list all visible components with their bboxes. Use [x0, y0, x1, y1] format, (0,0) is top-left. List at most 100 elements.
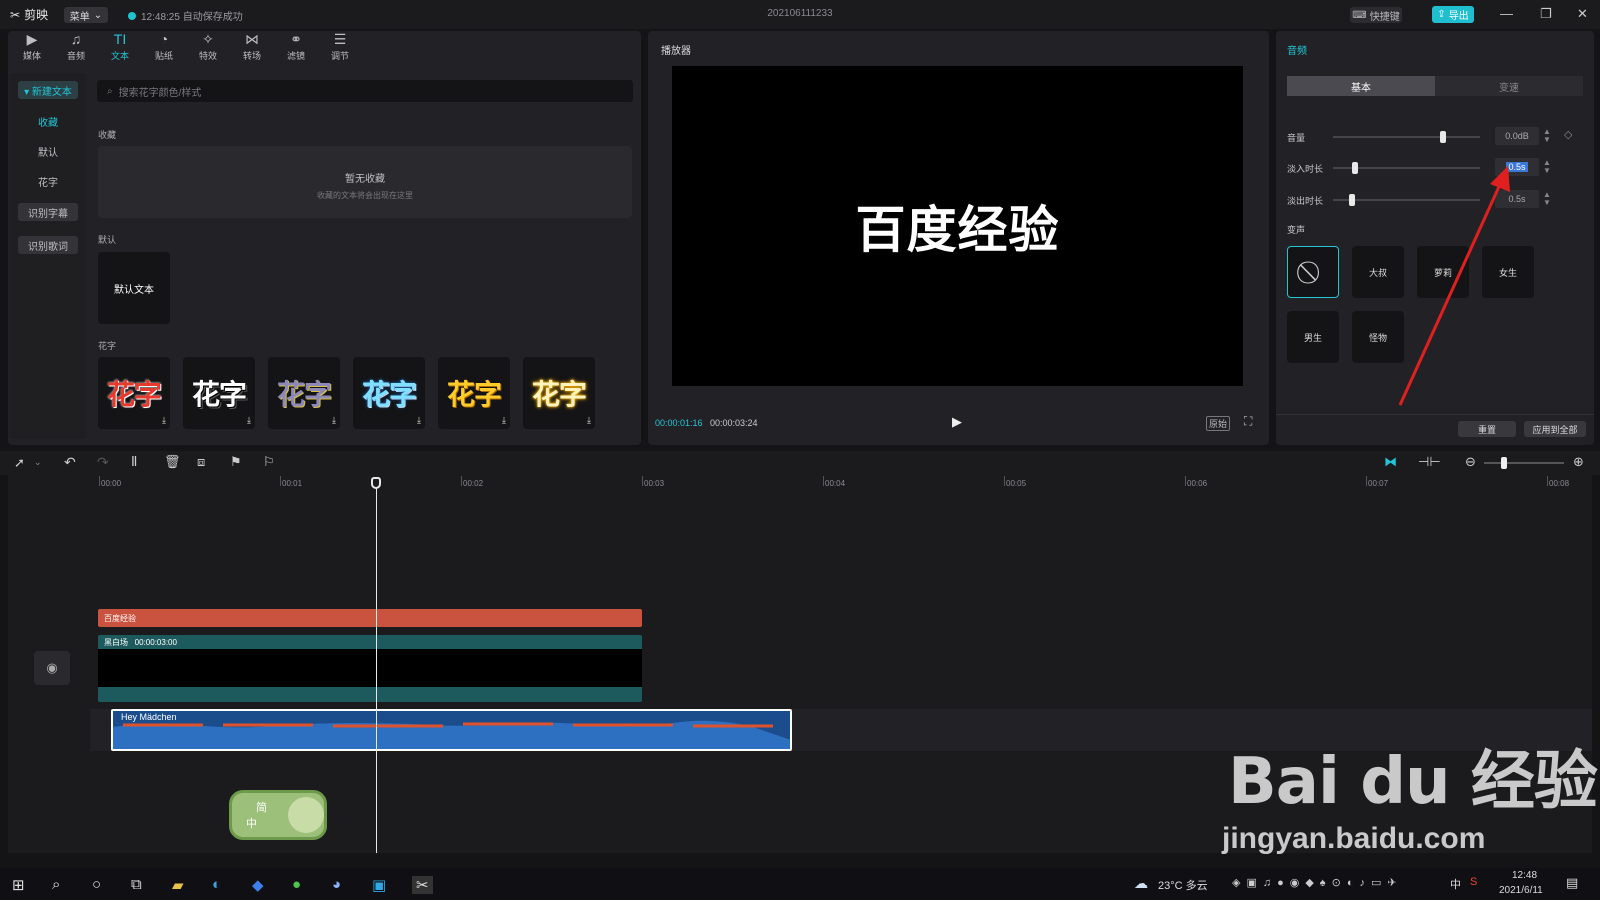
- system-tray-icons[interactable]: ◈▣♫●◉◆♠⊙◐♪▭✈: [1232, 876, 1403, 889]
- fade-out-slider-handle[interactable]: [1349, 194, 1355, 206]
- reset-button[interactable]: 重置: [1458, 421, 1516, 437]
- baidu-netdisk-icon[interactable]: ◕: [332, 876, 341, 893]
- recognize-lyrics-button[interactable]: 识别歌词: [18, 236, 78, 254]
- text-sidebar: ▾ 新建文本 收藏 默认 花字 识别字幕 识别歌词: [10, 73, 86, 439]
- zoom-slider-handle[interactable]: [1501, 457, 1507, 469]
- apply-all-button[interactable]: 应用到全部: [1524, 421, 1586, 437]
- mute-track-icon[interactable]: ◉: [34, 651, 70, 685]
- tab-adjust[interactable]: ☰ 调节: [326, 31, 354, 62]
- new-text-button[interactable]: ▾ 新建文本: [18, 81, 78, 99]
- download-icon[interactable]: ⤓: [162, 415, 166, 426]
- zoom-out-icon[interactable]: ⊖: [1465, 454, 1476, 470]
- notification-icon[interactable]: ▤: [1566, 875, 1578, 891]
- link-icon[interactable]: ⧓: [1384, 454, 1397, 470]
- tab-speed[interactable]: 变速: [1435, 76, 1583, 96]
- flower-text-tile[interactable]: 花字 ⤓: [353, 357, 425, 429]
- voice-none-tile[interactable]: ⃠: [1287, 246, 1339, 298]
- sogou-icon[interactable]: S: [1470, 876, 1477, 888]
- recognize-subtitles-button[interactable]: 识别字幕: [18, 203, 78, 221]
- default-text-tile[interactable]: 默认文本: [98, 252, 170, 324]
- playhead[interactable]: [376, 477, 377, 853]
- download-icon[interactable]: ⤓: [332, 415, 336, 426]
- freeze-frame-icon[interactable]: ⧈: [197, 454, 205, 470]
- snap-icon[interactable]: ⊣⊢: [1418, 454, 1441, 470]
- stepper-icon[interactable]: ▲ ▼: [1543, 191, 1551, 207]
- flag-icon[interactable]: ⚑: [230, 454, 242, 470]
- export-button[interactable]: ⇪ 导出: [1432, 6, 1474, 23]
- search-input[interactable]: ⌕ 搜索花字颜色/样式: [97, 80, 633, 102]
- fade-in-slider-handle[interactable]: [1352, 162, 1358, 174]
- capcut-icon[interactable]: ✂: [412, 876, 433, 894]
- tab-basic[interactable]: 基本: [1287, 76, 1435, 96]
- voice-tile-male[interactable]: 男生: [1287, 311, 1339, 363]
- clock-date[interactable]: 2021/6/11: [1499, 885, 1543, 896]
- volume-slider-handle[interactable]: [1440, 131, 1446, 143]
- app-logo: ✂ 剪映: [10, 6, 48, 23]
- sidebar-item-flower[interactable]: 花字: [18, 172, 78, 190]
- download-icon[interactable]: ⤓: [417, 415, 421, 426]
- edge-icon[interactable]: ◐: [212, 876, 221, 893]
- project-title: 202106111233: [767, 8, 833, 19]
- tab-label: 调节: [330, 51, 349, 61]
- flower-text-tile[interactable]: 花字 ⤓: [268, 357, 340, 429]
- clock-time[interactable]: 12:48: [1512, 870, 1537, 881]
- flower-text-tile[interactable]: 花字 ⤓: [523, 357, 595, 429]
- flower-text-tile[interactable]: 花字 ⤓: [438, 357, 510, 429]
- minimize-icon[interactable]: —: [1500, 6, 1513, 21]
- sidebar-item-default[interactable]: 默认: [18, 142, 78, 160]
- weather-text[interactable]: 23°C 多云: [1158, 877, 1208, 893]
- shortcut-button[interactable]: ⌨ 快捷键: [1350, 7, 1402, 23]
- playhead-handle[interactable]: [371, 477, 381, 489]
- split-icon[interactable]: Ⅱ: [131, 454, 137, 470]
- download-icon[interactable]: ⤓: [502, 415, 506, 426]
- tab-filter[interactable]: ⚭ 滤镜: [282, 31, 310, 62]
- adjust-icon: ☰: [333, 31, 347, 47]
- marker-icon[interactable]: ⚐: [263, 454, 275, 470]
- delete-icon[interactable]: 🗑: [164, 454, 181, 470]
- video-preview[interactable]: 百度经验: [672, 66, 1243, 386]
- volume-slider[interactable]: [1333, 136, 1480, 138]
- tab-text[interactable]: TI 文本: [106, 31, 134, 62]
- select-tool-icon[interactable]: ➚: [14, 455, 25, 471]
- tab-media[interactable]: ▶ 媒体: [18, 31, 46, 62]
- tab-audio[interactable]: ♫ 音频: [62, 31, 90, 62]
- file-explorer-icon[interactable]: ▰: [172, 876, 184, 894]
- tab-sticker[interactable]: ◔ 贴纸: [150, 31, 178, 62]
- close-icon[interactable]: ✕: [1577, 6, 1588, 22]
- flower-text-tile[interactable]: 花字 ⤓: [98, 357, 170, 429]
- zoom-in-icon[interactable]: ⊕: [1573, 454, 1584, 470]
- ime-widget[interactable]: 简 中: [229, 790, 327, 840]
- restore-icon[interactable]: ❐: [1540, 6, 1552, 22]
- app-icon[interactable]: ◆: [252, 876, 264, 894]
- task-view-icon[interactable]: ⧉: [131, 876, 142, 893]
- zoom-slider[interactable]: [1484, 462, 1564, 464]
- tab-transition[interactable]: ⋈ 转场: [238, 31, 266, 62]
- windows-start-icon[interactable]: ⊞: [12, 876, 25, 894]
- fade-in-label: 淡入时长: [1287, 164, 1324, 174]
- flower-text-tile[interactable]: 花字 ⤓: [183, 357, 255, 429]
- stepper-icon[interactable]: ▲ ▼: [1543, 128, 1551, 144]
- redo-icon[interactable]: ↷: [97, 454, 109, 471]
- play-icon[interactable]: ▶: [952, 414, 962, 430]
- app-icon[interactable]: ▣: [372, 876, 386, 894]
- video-clip[interactable]: 黑白场 00:00:03:00: [98, 635, 642, 702]
- aspect-ratio-button[interactable]: 原始: [1206, 416, 1231, 431]
- text-clip[interactable]: 百度经验: [98, 609, 642, 627]
- undo-icon[interactable]: ↶: [64, 454, 76, 471]
- menu-button[interactable]: 菜单 ⌄: [64, 7, 108, 23]
- chevron-down-icon[interactable]: ⌄: [34, 457, 42, 468]
- wechat-icon[interactable]: ●: [292, 876, 301, 893]
- tab-effects[interactable]: ✧ 特效: [194, 31, 222, 62]
- search-icon[interactable]: ⌕: [52, 876, 60, 893]
- stepper-icon[interactable]: ▲ ▼: [1543, 159, 1551, 175]
- ime-indicator[interactable]: 中: [1450, 876, 1461, 892]
- download-icon[interactable]: ⤓: [247, 415, 251, 426]
- fullscreen-icon[interactable]: ⛶: [1244, 414, 1252, 429]
- cortana-icon[interactable]: ○: [92, 876, 101, 893]
- audio-clip[interactable]: Hey Mädchen: [111, 709, 792, 751]
- keyframe-icon[interactable]: ◇: [1564, 128, 1572, 141]
- volume-value-field[interactable]: 0.0dB: [1495, 127, 1539, 145]
- sidebar-item-favorites[interactable]: 收藏: [18, 112, 78, 130]
- time-tick: 00:05: [1003, 476, 1027, 488]
- download-icon[interactable]: ⤓: [587, 415, 591, 426]
